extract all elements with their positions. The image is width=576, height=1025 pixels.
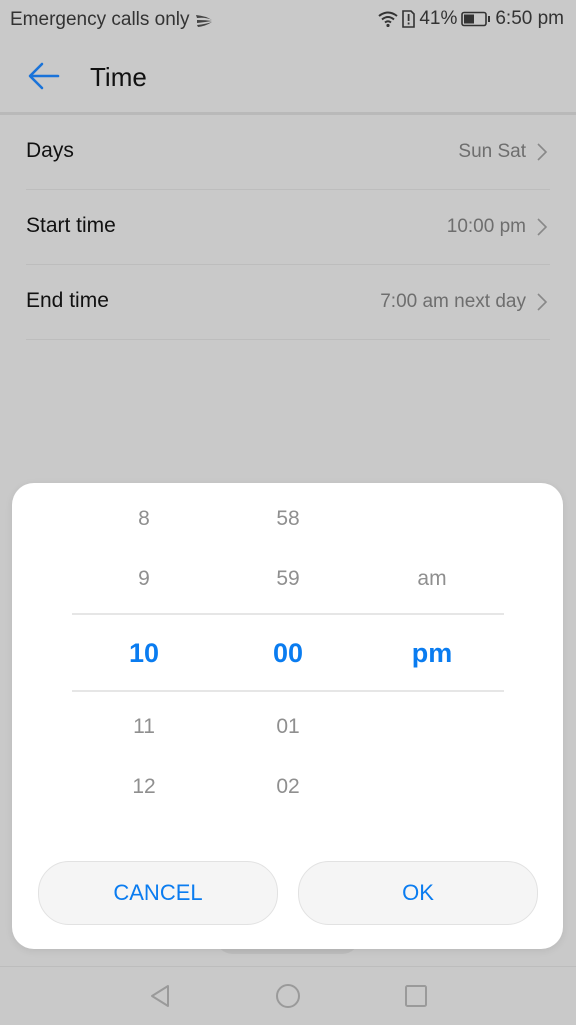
settings-list: Days Sun Sat Start time 10:00 pm End tim… bbox=[26, 115, 550, 340]
sim-alert-icon bbox=[402, 10, 416, 28]
page-title: Time bbox=[90, 62, 147, 92]
back-arrow-icon[interactable] bbox=[26, 58, 62, 94]
battery-icon bbox=[461, 11, 491, 27]
battery-percent: 41% bbox=[419, 8, 458, 29]
toolbar: Time bbox=[0, 40, 576, 115]
clock: 6:50 pm bbox=[495, 8, 564, 29]
swipe-keyboard-icon bbox=[194, 12, 214, 28]
back-triangle-icon[interactable] bbox=[146, 982, 174, 1010]
setting-value: Sun Sat bbox=[458, 141, 526, 162]
setting-label: End time bbox=[26, 289, 109, 312]
recents-square-icon[interactable] bbox=[402, 982, 430, 1010]
status-bar: Emergency calls only 41% 6:50 pm bbox=[0, 0, 576, 40]
hour-selected[interactable]: 10 bbox=[84, 638, 204, 669]
setting-row-end-time[interactable]: End time 7:00 am next day bbox=[26, 265, 550, 340]
minute-option[interactable]: 58 bbox=[228, 507, 348, 531]
navigation-bar bbox=[0, 966, 576, 1025]
setting-row-start-time[interactable]: Start time 10:00 pm bbox=[26, 190, 550, 265]
hour-option[interactable]: 8 bbox=[84, 507, 204, 531]
setting-value: 10:00 pm bbox=[446, 216, 526, 237]
minute-option[interactable]: 59 bbox=[228, 567, 348, 591]
chevron-right-icon bbox=[537, 218, 548, 236]
hour-option[interactable]: 9 bbox=[84, 567, 204, 591]
hour-option[interactable]: 12 bbox=[84, 775, 204, 799]
minute-option[interactable]: 01 bbox=[228, 715, 348, 739]
hour-option[interactable]: 11 bbox=[84, 715, 204, 739]
cancel-button[interactable]: CANCEL bbox=[38, 861, 278, 925]
setting-row-days[interactable]: Days Sun Sat bbox=[26, 115, 550, 190]
chevron-right-icon bbox=[537, 143, 548, 161]
setting-label: Days bbox=[26, 139, 74, 162]
minute-option[interactable]: 02 bbox=[228, 775, 348, 799]
selection-divider-top bbox=[72, 613, 504, 615]
chevron-right-icon bbox=[537, 293, 548, 311]
setting-value: 7:00 am next day bbox=[380, 291, 526, 312]
home-circle-icon[interactable] bbox=[274, 982, 302, 1010]
selection-divider-bottom bbox=[72, 690, 504, 692]
ok-button[interactable]: OK bbox=[298, 861, 538, 925]
time-picker-dialog: 8 9 10 11 12 58 59 00 01 02 am pm CANCEL… bbox=[12, 483, 563, 949]
setting-label: Start time bbox=[26, 214, 116, 237]
carrier-text: Emergency calls only bbox=[10, 9, 190, 30]
period-option[interactable]: am bbox=[372, 567, 492, 591]
wifi-icon bbox=[378, 11, 398, 27]
period-selected[interactable]: pm bbox=[372, 638, 492, 669]
minute-selected[interactable]: 00 bbox=[228, 638, 348, 669]
